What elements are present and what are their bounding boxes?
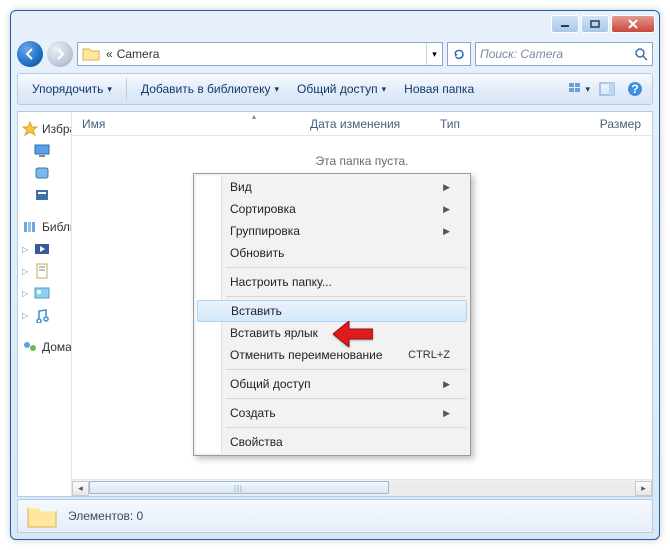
ctx-new[interactable]: Создать▶: [196, 402, 468, 424]
ctx-separator: [226, 398, 466, 399]
help-icon: ?: [627, 81, 643, 97]
close-icon: [627, 19, 639, 29]
address-dropdown[interactable]: ▾: [426, 43, 442, 65]
explorer-window: « Camera ▾ Поиск: Camera Упорядочить▾ До…: [10, 10, 660, 540]
back-button[interactable]: [17, 41, 43, 67]
new-folder-button[interactable]: Новая папка: [396, 79, 482, 99]
status-text: Элементов: 0: [68, 509, 143, 523]
search-icon: [634, 47, 648, 61]
sidebar-splitter[interactable]: [67, 112, 71, 496]
views-button[interactable]: ▾: [568, 78, 590, 100]
recent-icon: [34, 187, 50, 203]
forward-arrow-icon: [53, 47, 67, 61]
help-button[interactable]: ?: [624, 78, 646, 100]
ctx-group[interactable]: Группировка▶: [196, 220, 468, 242]
toolbar-separator: [126, 78, 127, 100]
music-icon: [34, 307, 50, 323]
ctx-refresh[interactable]: Обновить: [196, 242, 468, 264]
organize-button[interactable]: Упорядочить▾: [24, 79, 120, 99]
folder-icon: [82, 45, 100, 63]
search-placeholder: Поиск: Camera: [480, 47, 563, 61]
context-menu: Вид▶ Сортировка▶ Группировка▶ Обновить Н…: [193, 173, 471, 456]
ctx-customize-folder[interactable]: Настроить папку...: [196, 271, 468, 293]
refresh-button[interactable]: [447, 42, 471, 66]
ctx-view[interactable]: Вид▶: [196, 176, 468, 198]
maximize-icon: [590, 20, 600, 28]
document-icon: [34, 263, 50, 279]
scroll-left-button[interactable]: ◂: [72, 481, 89, 496]
annotation-arrow: [333, 321, 373, 347]
column-name[interactable]: Имя: [72, 112, 300, 135]
sidebar-item-documents[interactable]: ▷: [20, 260, 69, 282]
ctx-separator: [226, 369, 466, 370]
column-date[interactable]: Дата изменения: [300, 112, 430, 135]
sidebar-item-homegroup[interactable]: Домашняя группа: [20, 336, 69, 358]
homegroup-icon: [22, 339, 38, 355]
scroll-track[interactable]: [89, 481, 635, 496]
maximize-button[interactable]: [581, 15, 609, 33]
sidebar-item-favorites[interactable]: Избранное: [20, 118, 69, 140]
ctx-undo-rename[interactable]: Отменить переименованиеCTRL+Z: [196, 344, 468, 366]
libraries-icon: [22, 219, 38, 235]
column-size[interactable]: Размер: [530, 112, 652, 135]
preview-pane-button[interactable]: [596, 78, 618, 100]
svg-text:?: ?: [631, 82, 638, 96]
downloads-icon: [34, 165, 50, 181]
views-icon: [568, 82, 585, 96]
folder-large-icon: [26, 502, 58, 530]
status-bar: Элементов: 0: [17, 499, 653, 533]
minimize-button[interactable]: [551, 15, 579, 33]
ctx-separator: [226, 427, 466, 428]
refresh-icon: [452, 47, 466, 61]
sidebar-item-videos[interactable]: ▷: [20, 238, 69, 260]
breadcrumb-folder[interactable]: Camera: [115, 47, 162, 61]
horizontal-scrollbar[interactable]: ◂ ▸: [72, 479, 652, 496]
toolbar: Упорядочить▾ Добавить в библиотеку▾ Общи…: [17, 73, 653, 105]
sidebar-item-libraries[interactable]: Библиотеки: [20, 216, 69, 238]
navigation-bar: « Camera ▾ Поиск: Camera: [17, 39, 653, 69]
ctx-paste[interactable]: Вставить: [197, 300, 467, 322]
sidebar-item-recent[interactable]: [20, 184, 69, 206]
sidebar-item-desktop[interactable]: [20, 140, 69, 162]
favorites-icon: [22, 121, 38, 137]
forward-button[interactable]: [47, 41, 73, 67]
scroll-thumb[interactable]: [89, 481, 389, 494]
titlebar: [11, 11, 659, 39]
ctx-properties[interactable]: Свойства: [196, 431, 468, 453]
preview-pane-icon: [599, 82, 615, 96]
close-button[interactable]: [611, 15, 655, 33]
back-arrow-icon: [23, 47, 37, 61]
sidebar-item-music[interactable]: ▷: [20, 304, 69, 326]
column-type[interactable]: Тип: [430, 112, 530, 135]
ctx-separator: [226, 296, 466, 297]
add-to-library-button[interactable]: Добавить в библиотеку▾: [133, 79, 287, 99]
desktop-icon: [34, 143, 50, 159]
ctx-paste-shortcut[interactable]: Вставить ярлык: [196, 322, 468, 344]
ctx-share[interactable]: Общий доступ▶: [196, 373, 468, 395]
ctx-sort[interactable]: Сортировка▶: [196, 198, 468, 220]
search-box[interactable]: Поиск: Camera: [475, 42, 653, 66]
scroll-right-button[interactable]: ▸: [635, 481, 652, 496]
share-button[interactable]: Общий доступ▾: [289, 79, 394, 99]
breadcrumb-sep: «: [104, 47, 115, 61]
navigation-pane[interactable]: Избранное Библиотеки ▷ ▷ ▷ ▷ Домашняя гр…: [18, 112, 72, 496]
sidebar-item-pictures[interactable]: ▷: [20, 282, 69, 304]
column-headers: ▴ Имя Дата изменения Тип Размер: [72, 112, 652, 136]
address-bar[interactable]: « Camera ▾: [77, 42, 443, 66]
sidebar-item-downloads[interactable]: [20, 162, 69, 184]
video-icon: [34, 241, 50, 257]
pictures-icon: [34, 285, 50, 301]
minimize-icon: [560, 20, 570, 28]
sort-indicator-icon: ▴: [252, 112, 256, 121]
red-arrow-icon: [333, 321, 373, 347]
ctx-separator: [226, 267, 466, 268]
